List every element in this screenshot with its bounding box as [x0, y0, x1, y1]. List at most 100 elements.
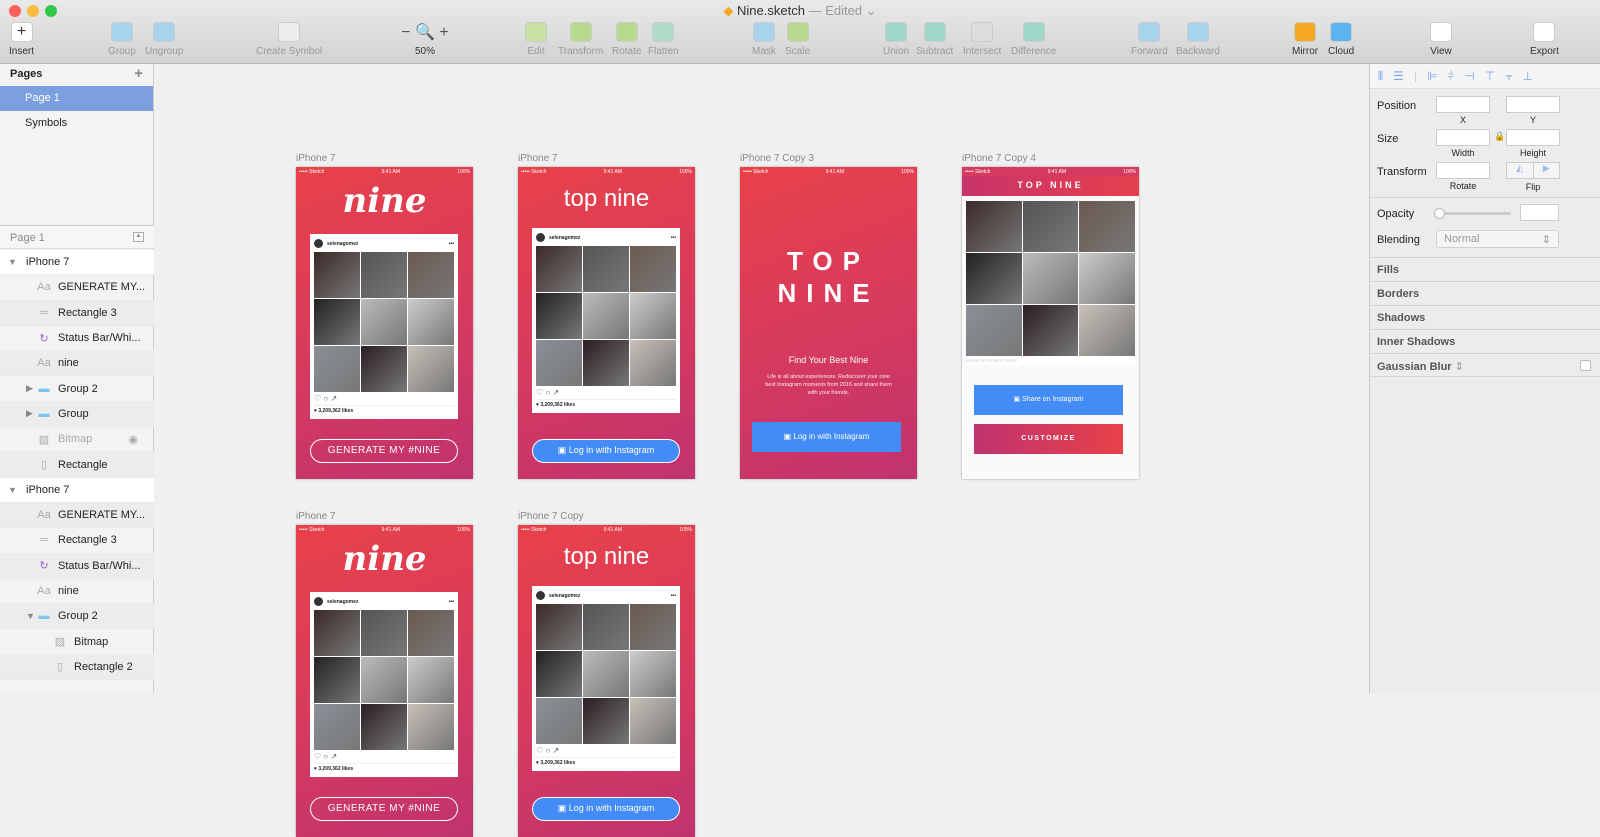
- inner-shadows-section[interactable]: Inner Shadows: [1370, 329, 1600, 353]
- width-input[interactable]: [1436, 129, 1490, 146]
- edit-button[interactable]: Edit: [525, 22, 547, 57]
- height-input[interactable]: [1506, 129, 1560, 146]
- align-middle-icon[interactable]: ⫟: [1505, 69, 1512, 84]
- layer-item[interactable]: Aa GENERATE MY...: [0, 502, 154, 529]
- align-left-icon[interactable]: ⊫: [1427, 69, 1437, 83]
- align-center-icon[interactable]: ⫩: [1447, 69, 1454, 84]
- layer-item[interactable]: ↻ Status Bar/Whi...: [0, 326, 154, 352]
- x-input[interactable]: [1436, 96, 1490, 113]
- layer-item[interactable]: Aa nine: [0, 579, 154, 605]
- photo-tile: [361, 657, 407, 703]
- mirror-button[interactable]: Mirror: [1292, 22, 1318, 57]
- group-button[interactable]: Group: [108, 22, 136, 57]
- zoom-control[interactable]: − 🔍 + 50%: [400, 22, 450, 57]
- layer-item[interactable]: ▼ iPhone 7: [0, 250, 154, 276]
- document-title[interactable]: ◆ Nine.sketch — Edited ⌄: [0, 3, 1600, 19]
- artboard-intro[interactable]: ••••• Sketch 9:41 AM 100% TOP NINE Find Your…: [740, 167, 917, 479]
- layer-item[interactable]: ▼ ▬ Group 2: [0, 604, 154, 630]
- artboard-label[interactable]: iPhone 7: [296, 153, 335, 164]
- folder-layer-icon: ▬: [38, 382, 50, 395]
- artboard-label[interactable]: iPhone 7: [518, 153, 557, 164]
- align-top-icon[interactable]: ⊤: [1485, 69, 1495, 83]
- opacity-input[interactable]: [1520, 204, 1559, 221]
- union-button[interactable]: Union: [883, 22, 909, 57]
- login-instagram-button[interactable]: ▣ Log in with Instagram: [532, 797, 680, 821]
- export-button[interactable]: Export: [1530, 22, 1559, 57]
- generate-button[interactable]: GENERATE MY #NINE: [310, 439, 458, 463]
- add-page-icon[interactable]: +: [134, 66, 143, 82]
- artboard-label[interactable]: iPhone 7 Copy 4: [962, 153, 1036, 164]
- create-symbol-button[interactable]: Create Symbol: [256, 22, 322, 57]
- layer-item[interactable]: Aa nine: [0, 351, 154, 377]
- generate-button[interactable]: GENERATE MY #NINE: [310, 797, 458, 821]
- photo-tile: [361, 610, 407, 656]
- artboard-nine[interactable]: ••••• Sketch 9:41 AM 100% nine selenagomez •…: [296, 525, 473, 837]
- flip-vertical-button[interactable]: ▶: [1534, 163, 1560, 178]
- customize-button[interactable]: CUSTOMIZE: [974, 424, 1123, 454]
- rotate-button[interactable]: Rotate: [612, 22, 641, 57]
- share-instagram-button[interactable]: ▣ Share on Instagram: [974, 385, 1123, 415]
- layer-item[interactable]: ▯ Rectangle 2: [0, 654, 154, 681]
- y-input[interactable]: [1506, 96, 1560, 113]
- artboard-topnine[interactable]: ••••• Sketch 9:41 AM 100% top nine selenago…: [518, 167, 695, 479]
- layer-item[interactable]: ▯ Rectangle: [0, 452, 154, 478]
- artboard-label[interactable]: iPhone 7 Copy 3: [740, 153, 814, 164]
- layer-item[interactable]: ▶ ▬ Group 2: [0, 376, 154, 402]
- disclosure-triangle-icon[interactable]: ▼: [8, 485, 18, 495]
- layer-item[interactable]: ═ Rectangle 3: [0, 300, 154, 326]
- flatten-button[interactable]: Flatten: [648, 22, 679, 57]
- distribute-vertical-icon[interactable]: ☰: [1393, 69, 1404, 83]
- artboard-label[interactable]: iPhone 7: [296, 511, 335, 522]
- blending-select[interactable]: Normal ⇕: [1436, 230, 1559, 248]
- transform-button[interactable]: Transform: [558, 22, 603, 57]
- layer-item[interactable]: ▶ ▬ Group: [0, 401, 154, 428]
- login-instagram-button[interactable]: ▣ Log in with Instagram: [752, 422, 901, 452]
- fills-section[interactable]: Fills: [1370, 257, 1600, 281]
- layer-item[interactable]: ═ Rectangle 3: [0, 528, 154, 554]
- backward-button[interactable]: Backward: [1176, 22, 1220, 57]
- eye-icon[interactable]: ◉: [128, 433, 138, 446]
- ungroup-button[interactable]: Ungroup: [145, 22, 183, 57]
- disclosure-triangle-icon[interactable]: ▼: [8, 257, 18, 267]
- layer-item[interactable]: ▼ iPhone 7: [0, 477, 154, 503]
- align-bottom-icon[interactable]: ⊥: [1522, 69, 1532, 83]
- page-item-symbols[interactable]: Symbols: [0, 111, 153, 136]
- canvas[interactable]: iPhone 7 ••••• Sketch 9:41 AM 100% nine sele…: [154, 64, 1369, 837]
- align-right-icon[interactable]: ⊣: [1464, 69, 1474, 83]
- collapse-icon[interactable]: ▲: [133, 232, 144, 242]
- disclosure-triangle-icon[interactable]: ▶: [26, 408, 36, 419]
- artboard-result[interactable]: ••••• Sketch 9:41 AM 100% TOP NINE MADE WIT…: [962, 167, 1139, 479]
- subtract-button[interactable]: Subtract: [916, 22, 953, 57]
- view-button[interactable]: View: [1430, 22, 1452, 57]
- rotate-input[interactable]: [1436, 162, 1490, 179]
- lock-icon[interactable]: 🔒: [1494, 131, 1505, 142]
- difference-button[interactable]: Difference: [1011, 22, 1056, 57]
- artboard-topnine[interactable]: ••••• Sketch 9:41 AM 100% top nine selenago…: [518, 525, 695, 837]
- layer-item[interactable]: Aa GENERATE MY...: [0, 275, 154, 301]
- distribute-horizontal-icon[interactable]: ⫴: [1378, 69, 1383, 84]
- cloud-button[interactable]: Cloud: [1328, 22, 1354, 57]
- layer-item[interactable]: ▨ Bitmap: [0, 629, 154, 655]
- layer-item[interactable]: ▨ Bitmap ◉: [0, 427, 154, 453]
- layer-item[interactable]: ↻ Status Bar/Whi...: [0, 553, 154, 579]
- intersect-button[interactable]: Intersect: [963, 22, 1001, 57]
- mirror-icon: [1294, 22, 1317, 42]
- shadows-section[interactable]: Shadows: [1370, 305, 1600, 329]
- gaussian-blur-checkbox[interactable]: [1580, 360, 1591, 371]
- login-instagram-button[interactable]: ▣ Log in with Instagram: [532, 439, 680, 463]
- mask-button[interactable]: Mask: [752, 22, 776, 57]
- insert-button[interactable]: + Insert: [9, 22, 34, 57]
- scale-button[interactable]: Scale: [785, 22, 810, 57]
- disclosure-triangle-icon[interactable]: ▶: [26, 383, 36, 394]
- page-item-page-1[interactable]: Page 1: [0, 86, 153, 111]
- forward-button[interactable]: Forward: [1131, 22, 1168, 57]
- gaussian-blur-section[interactable]: Gaussian Blur ⇕: [1370, 353, 1600, 377]
- borders-section[interactable]: Borders: [1370, 281, 1600, 305]
- artboard-nine[interactable]: ••••• Sketch 9:41 AM 100% nine selenagomez •…: [296, 167, 473, 479]
- photo-tile: [408, 252, 454, 298]
- view-icon: [1430, 22, 1452, 42]
- opacity-slider[interactable]: [1434, 208, 1511, 219]
- artboard-label[interactable]: iPhone 7 Copy: [518, 511, 584, 522]
- flip-horizontal-button[interactable]: ◭: [1507, 163, 1534, 178]
- disclosure-triangle-icon[interactable]: ▼: [26, 611, 36, 621]
